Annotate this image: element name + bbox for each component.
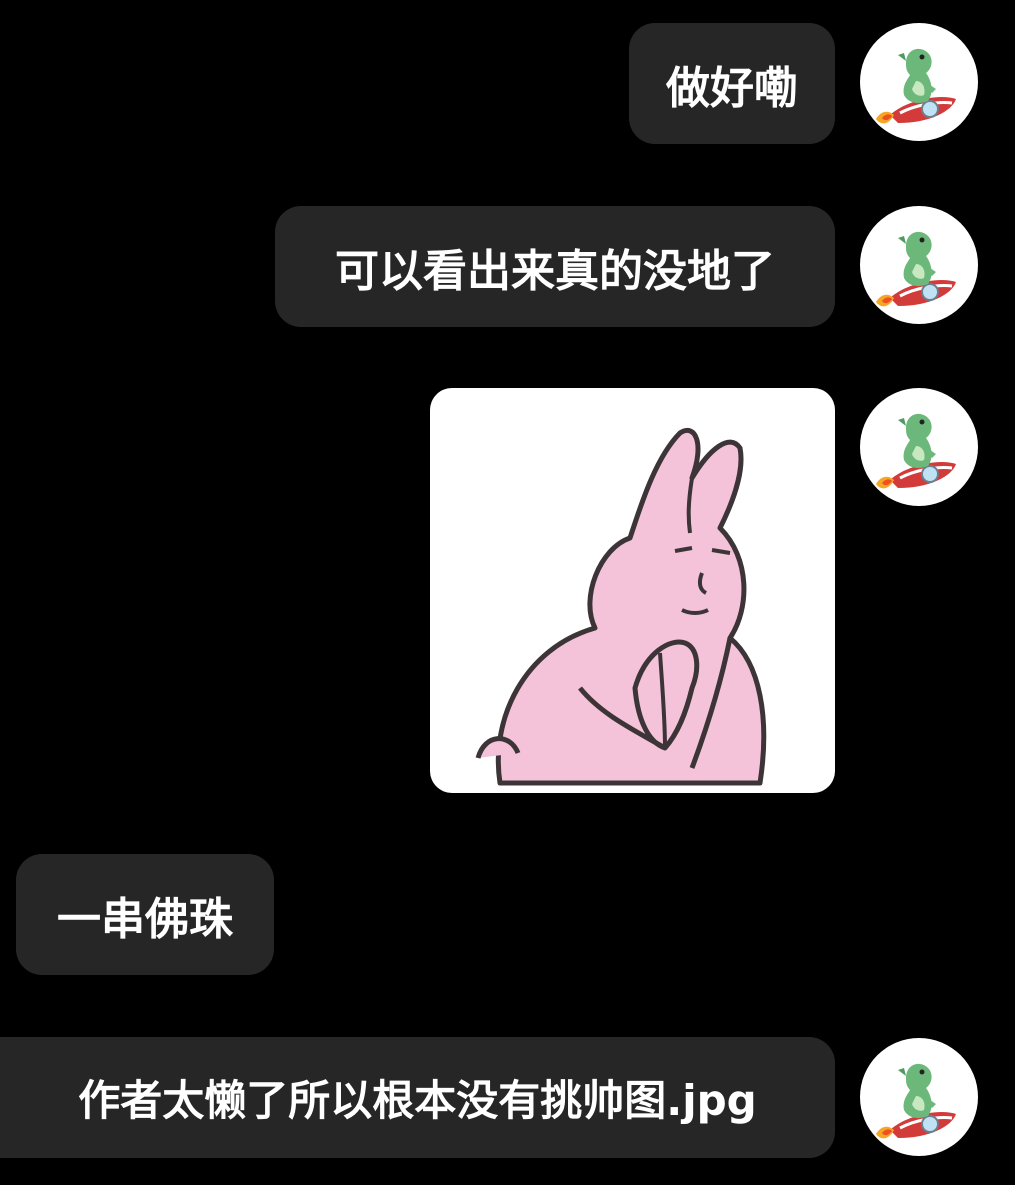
praying-pink-rabbit-sticker	[475, 428, 767, 786]
green-dinosaur-on-rocket-icon	[860, 1038, 978, 1156]
message-bubble-2[interactable]: 可以看出来真的没地了	[275, 206, 835, 327]
green-dinosaur-on-rocket-icon	[860, 388, 978, 506]
sticker-image[interactable]	[430, 388, 835, 793]
green-dinosaur-on-rocket-icon	[860, 23, 978, 141]
avatar[interactable]	[860, 1038, 978, 1156]
green-dinosaur-on-rocket-icon	[860, 206, 978, 324]
message-bubble-1[interactable]: 做好嘞	[629, 23, 835, 144]
message-text: 作者太懒了所以根本没有挑帅图.jpg	[78, 1076, 757, 1125]
message-bubble-4[interactable]: 一串佛珠	[16, 854, 274, 975]
message-text: 一串佛珠	[57, 893, 233, 945]
message-text: 可以看出来真的没地了	[335, 245, 775, 297]
avatar[interactable]	[860, 206, 978, 324]
avatar[interactable]	[860, 388, 978, 506]
message-text: 做好嘞	[666, 62, 798, 114]
avatar[interactable]	[860, 23, 978, 141]
message-bubble-5[interactable]: 作者太懒了所以根本没有挑帅图.jpg	[0, 1037, 835, 1158]
